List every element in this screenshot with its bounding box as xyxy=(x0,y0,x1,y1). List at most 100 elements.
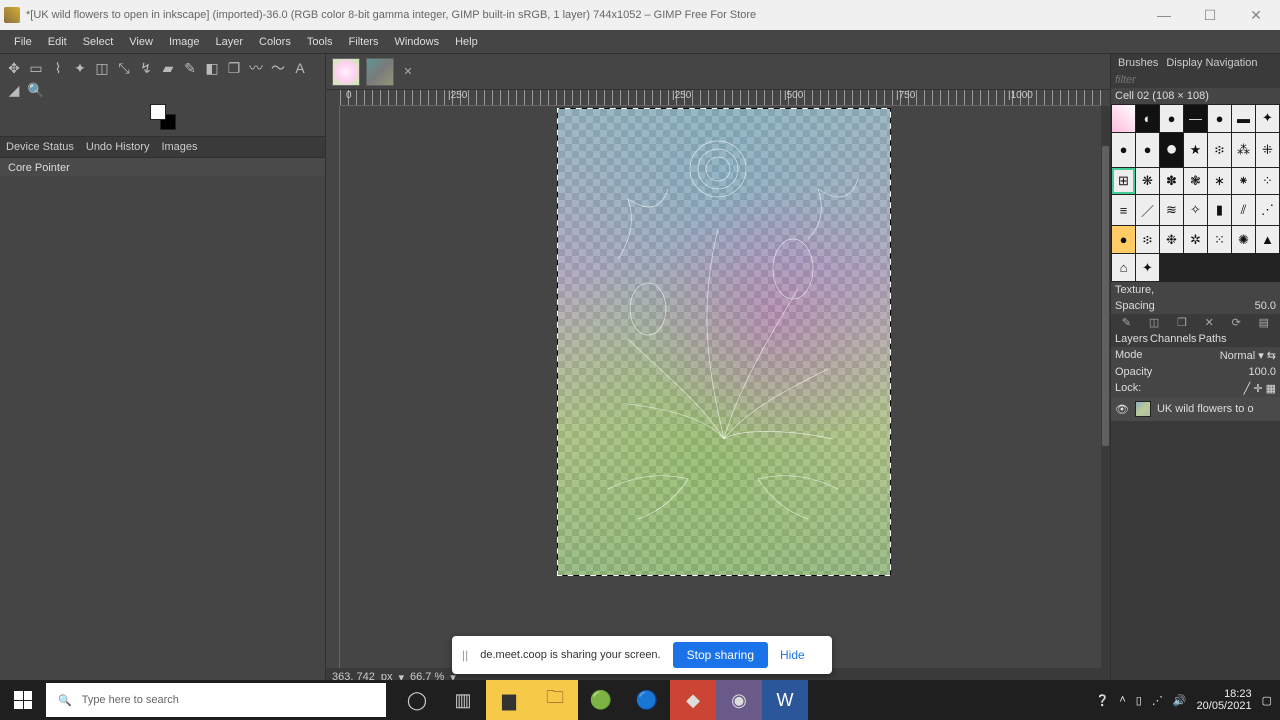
lock-pixels-icon[interactable]: ╱ xyxy=(1244,383,1251,395)
close-tab-icon[interactable]: ✕ xyxy=(400,64,416,80)
taskbar-search[interactable]: 🔍 Type here to search xyxy=(46,683,386,717)
brush-item[interactable]: ✧ xyxy=(1184,195,1207,225)
brush-item[interactable] xyxy=(1112,105,1135,132)
brush-item[interactable]: ≡ xyxy=(1112,195,1135,225)
menu-select[interactable]: Select xyxy=(75,32,122,52)
text-tool-icon[interactable]: A xyxy=(290,58,310,78)
tray-chevron-up-icon[interactable]: ˄ xyxy=(1119,694,1125,706)
brush-item[interactable]: ● xyxy=(1136,133,1159,167)
taskbar-app-chrome[interactable]: 🟢 xyxy=(578,680,624,720)
new-brush-icon[interactable]: ◫ xyxy=(1149,316,1159,329)
open-brush-icon[interactable]: ▤ xyxy=(1259,316,1269,329)
brush-item[interactable]: ❉ xyxy=(1160,226,1183,253)
menu-tools[interactable]: Tools xyxy=(299,32,341,52)
edit-brush-icon[interactable]: ✎ xyxy=(1122,316,1131,329)
brush-item[interactable]: ★ xyxy=(1184,133,1207,167)
menu-edit[interactable]: Edit xyxy=(40,32,75,52)
canvas-viewport[interactable] xyxy=(340,106,1101,670)
image-tab-2[interactable] xyxy=(366,58,394,86)
taskbar-app-gimp[interactable]: ◉ xyxy=(716,680,762,720)
brush-item[interactable]: ⁜ xyxy=(1256,133,1279,167)
scrollbar-vertical[interactable] xyxy=(1101,106,1110,670)
brush-item[interactable]: — xyxy=(1184,105,1207,132)
tray-wifi-icon[interactable]: ⋰ xyxy=(1152,694,1163,707)
brush-item-selected[interactable]: ⊞ xyxy=(1112,168,1135,195)
brush-item[interactable]: ▲ xyxy=(1256,226,1279,253)
brush-item[interactable]: ▮ xyxy=(1208,195,1231,225)
fuzzy-select-icon[interactable]: ✦ xyxy=(70,58,90,78)
delete-brush-icon[interactable]: ✕ xyxy=(1205,316,1214,329)
brush-item[interactable]: ✦ xyxy=(1256,105,1279,132)
lock-alpha-icon[interactable]: ▦ xyxy=(1266,383,1276,395)
brush-item[interactable]: ⋰ xyxy=(1256,195,1279,225)
task-view-icon[interactable]: ◯ xyxy=(394,680,440,720)
maximize-button[interactable]: ☐ xyxy=(1196,7,1224,24)
menu-colors[interactable]: Colors xyxy=(251,32,299,52)
tab-paths[interactable]: Paths xyxy=(1199,333,1227,345)
tray-battery-icon[interactable]: ▯ xyxy=(1136,694,1142,707)
tab-images[interactable]: Images xyxy=(155,137,203,157)
spacing-value[interactable]: 50.0 xyxy=(1255,300,1276,312)
tray-volume-icon[interactable]: 🔊 xyxy=(1173,694,1187,707)
fg-color-swatch[interactable] xyxy=(150,104,166,120)
brush-item[interactable]: ✲ xyxy=(1184,226,1207,253)
menu-layer[interactable]: Layer xyxy=(208,32,252,52)
hide-share-button[interactable]: Hide xyxy=(780,648,805,662)
brush-item[interactable]: ⫽ xyxy=(1232,195,1255,225)
free-select-icon[interactable]: ⌇ xyxy=(48,58,68,78)
minimize-button[interactable]: — xyxy=(1150,7,1178,24)
bucket-fill-icon[interactable]: ▰ xyxy=(158,58,178,78)
zoom-tool-icon[interactable]: 🔍 xyxy=(26,80,46,100)
fg-bg-swatch[interactable] xyxy=(150,104,176,130)
brush-item[interactable]: ∗ xyxy=(1208,168,1231,195)
pause-icon[interactable]: || xyxy=(462,648,468,662)
taskbar-app-red[interactable]: ◆ xyxy=(670,680,716,720)
brush-item[interactable]: ● xyxy=(1208,105,1231,132)
brush-item[interactable]: ⁘ xyxy=(1256,168,1279,195)
brush-item[interactable]: ⁕ xyxy=(1232,168,1255,195)
brush-item[interactable]: ● xyxy=(1160,133,1183,167)
brush-filter-input[interactable]: filter xyxy=(1115,74,1136,86)
brush-item[interactable]: ⌂ xyxy=(1112,254,1135,281)
refresh-brush-icon[interactable]: ⟳ xyxy=(1232,316,1241,329)
brush-item[interactable]: ▬ xyxy=(1232,105,1255,132)
duplicate-brush-icon[interactable]: ❐ xyxy=(1177,316,1187,329)
brush-item[interactable]: ✽ xyxy=(1160,168,1183,195)
taskbar-app-folder[interactable]: ▆ xyxy=(486,680,532,720)
rect-select-icon[interactable]: ▭ xyxy=(26,58,46,78)
color-picker-icon[interactable]: ◢ xyxy=(4,80,24,100)
menu-windows[interactable]: Windows xyxy=(386,32,447,52)
mode-select[interactable]: Normal xyxy=(1220,350,1255,362)
brush-item[interactable]: ⁂ xyxy=(1232,133,1255,167)
transform-tool-icon[interactable]: ⤡ xyxy=(114,58,134,78)
brush-item[interactable]: ፨ xyxy=(1208,133,1231,167)
tab-undo-history[interactable]: Undo History xyxy=(80,137,156,157)
brush-item[interactable]: ✺ xyxy=(1232,226,1255,253)
stop-sharing-button[interactable]: Stop sharing xyxy=(673,642,768,668)
menu-view[interactable]: View xyxy=(121,32,161,52)
menu-help[interactable]: Help xyxy=(447,32,486,52)
layer-row[interactable]: 👁 UK wild flowers to o xyxy=(1111,397,1280,421)
path-tool-icon[interactable]: 〜 xyxy=(268,58,288,78)
start-button[interactable] xyxy=(0,680,46,720)
brush-item[interactable]: ❋ xyxy=(1136,168,1159,195)
device-status-header[interactable]: Core Pointer xyxy=(0,158,325,176)
tray-help-icon[interactable]: ❔ xyxy=(1096,694,1110,707)
brush-item[interactable]: ◐ xyxy=(1136,105,1159,132)
crop-tool-icon[interactable]: ◫ xyxy=(92,58,112,78)
opacity-value[interactable]: 100.0 xyxy=(1248,366,1276,378)
smudge-tool-icon[interactable]: 〰 xyxy=(246,58,266,78)
brush-item[interactable]: ❃ xyxy=(1184,168,1207,195)
brush-item[interactable]: ／ xyxy=(1136,195,1159,225)
brush-item[interactable]: ⁙ xyxy=(1208,226,1231,253)
brush-item[interactable]: ● xyxy=(1160,105,1183,132)
move-tool-icon[interactable]: ✥ xyxy=(4,58,24,78)
taskbar-clock[interactable]: 18:23 20/05/2021 xyxy=(1197,688,1252,712)
brush-item[interactable]: ✦ xyxy=(1136,254,1159,281)
menu-image[interactable]: Image xyxy=(161,32,208,52)
pencil-tool-icon[interactable]: ✎ xyxy=(180,58,200,78)
notifications-icon[interactable]: ▢ xyxy=(1262,694,1272,707)
visibility-eye-icon[interactable]: 👁 xyxy=(1115,403,1129,416)
eraser-tool-icon[interactable]: ◧ xyxy=(202,58,222,78)
brush-item[interactable]: ● xyxy=(1112,226,1135,253)
